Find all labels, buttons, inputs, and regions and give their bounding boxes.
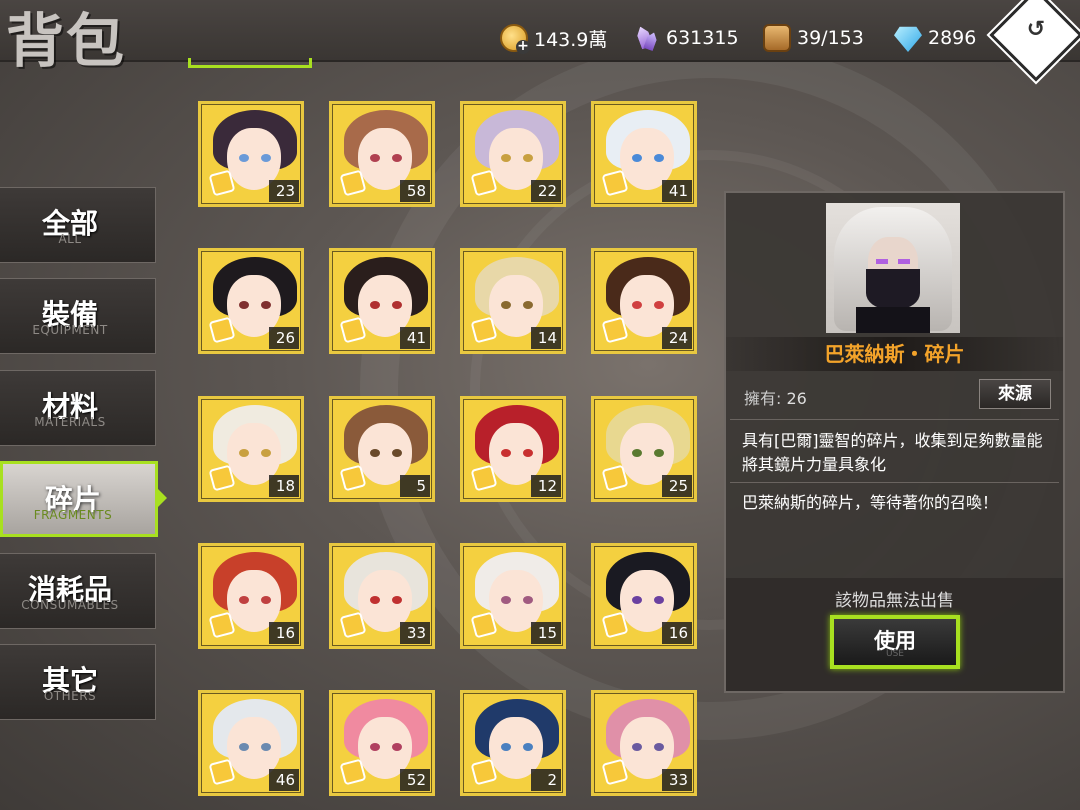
bag-resource[interactable]: 39/153 [763,22,864,54]
fragment-count: 15 [531,622,561,644]
fragment-item[interactable]: 14 [460,248,566,354]
gold-coin-icon [500,24,530,54]
no-sale-notice: 該物品無法出售 [835,591,954,611]
tab-sublabel: MATERIALS [34,415,106,429]
fragment-count: 52 [400,769,430,791]
item-flavor-text: 巴萊納斯的碎片，等待著你的召喚！ [742,493,999,512]
fragment-item[interactable]: 12 [460,396,566,502]
owned-label: 擁有: [744,389,782,408]
diamond-value: 2896 [928,27,977,49]
bag-capacity-value: 39/153 [797,27,864,49]
tab-others[interactable]: 其它 OTHERS [0,644,156,720]
tab-all[interactable]: 全部 ALL [0,187,156,263]
fragment-item[interactable]: 22 [460,101,566,207]
fragment-item[interactable]: 46 [198,690,304,796]
tab-materials[interactable]: 材料 MATERIALS [0,370,156,446]
fragment-count: 33 [662,769,692,791]
fragment-item[interactable]: 15 [460,543,566,649]
fragment-item[interactable]: 16 [591,543,697,649]
fragment-count: 16 [269,622,299,644]
gold-value: 143.9萬 [534,28,608,51]
tab-sublabel: EQUIPMENT [32,323,108,337]
fragment-item[interactable]: 2 [460,690,566,796]
tab-sublabel: FRAGMENTS [33,508,113,522]
fragment-count: 33 [400,622,430,644]
fragment-item[interactable]: 33 [591,690,697,796]
back-arrow-icon[interactable]: ↺ [1020,14,1052,46]
fragment-item[interactable]: 24 [591,248,697,354]
bag-capacity-icon [763,24,791,52]
active-tab-indicator [157,488,167,508]
fragment-count: 23 [269,180,299,202]
crystal-value: 631315 [666,27,739,49]
fragment-item[interactable]: 23 [198,101,304,207]
item-description: 具有[巴爾]靈智的碎片，收集到足夠數量能將其鏡片力量具象化 [742,431,1043,474]
hero-portrait [826,203,960,333]
fragment-item[interactable]: 58 [329,101,435,207]
fragment-count: 5 [400,475,430,497]
fragment-item[interactable]: 5 [329,396,435,502]
fragment-count: 41 [400,327,430,349]
fragment-count: 2 [531,769,561,791]
fragment-item[interactable]: 18 [198,396,304,502]
crystal-icon [632,24,660,52]
fragment-count: 46 [269,769,299,791]
fragment-count: 58 [400,180,430,202]
tab-fragments[interactable]: 碎片 FRAGMENTS [0,461,158,537]
fragment-count: 14 [531,327,561,349]
fragment-item[interactable]: 52 [329,690,435,796]
fragment-item[interactable]: 41 [329,248,435,354]
fragment-item[interactable]: 25 [591,396,697,502]
diamond-resource[interactable]: 2896 [894,22,976,54]
fragment-count: 24 [662,327,692,349]
fragment-count: 26 [269,327,299,349]
fragment-count: 12 [531,475,561,497]
tab-sublabel: ALL [58,232,82,246]
selected-item-frame-partial [188,58,312,68]
fragment-item[interactable]: 26 [198,248,304,354]
gold-resource[interactable]: 143.9萬 [500,22,607,54]
source-button[interactable]: 來源 [979,379,1051,409]
fragment-item[interactable]: 33 [329,543,435,649]
tab-consumables[interactable]: 消耗品 CONSUMABLES [0,553,156,629]
top-bar: 背包 143.9萬 631315 39/153 2896 [0,0,1080,75]
item-detail-panel: 巴萊納斯・碎片 擁有: 26 來源 具有[巴爾]靈智的碎片，收集到足夠數量能將其… [724,191,1065,693]
crystal-resource[interactable]: 631315 [632,22,739,54]
fragment-item[interactable]: 16 [198,543,304,649]
use-sublabel: USE [886,649,904,659]
page-title: 背包 [6,7,127,75]
tab-sublabel: OTHERS [43,689,97,703]
use-button[interactable]: 使用 USE [830,615,960,669]
fragment-count: 25 [662,475,692,497]
owned-count: 擁有: 26 [744,385,807,409]
fragment-count: 18 [269,475,299,497]
diamond-icon [894,26,922,52]
fragment-count: 41 [662,180,692,202]
item-name: 巴萊納斯・碎片 [726,337,1063,371]
owned-value: 26 [786,389,807,408]
divider [730,482,1059,483]
fragment-count: 22 [531,180,561,202]
tab-sublabel: CONSUMABLES [21,598,119,612]
divider [730,419,1059,420]
fragment-item[interactable]: 41 [591,101,697,207]
tab-equipment[interactable]: 裝備 EQUIPMENT [0,278,156,354]
fragment-count: 16 [662,622,692,644]
